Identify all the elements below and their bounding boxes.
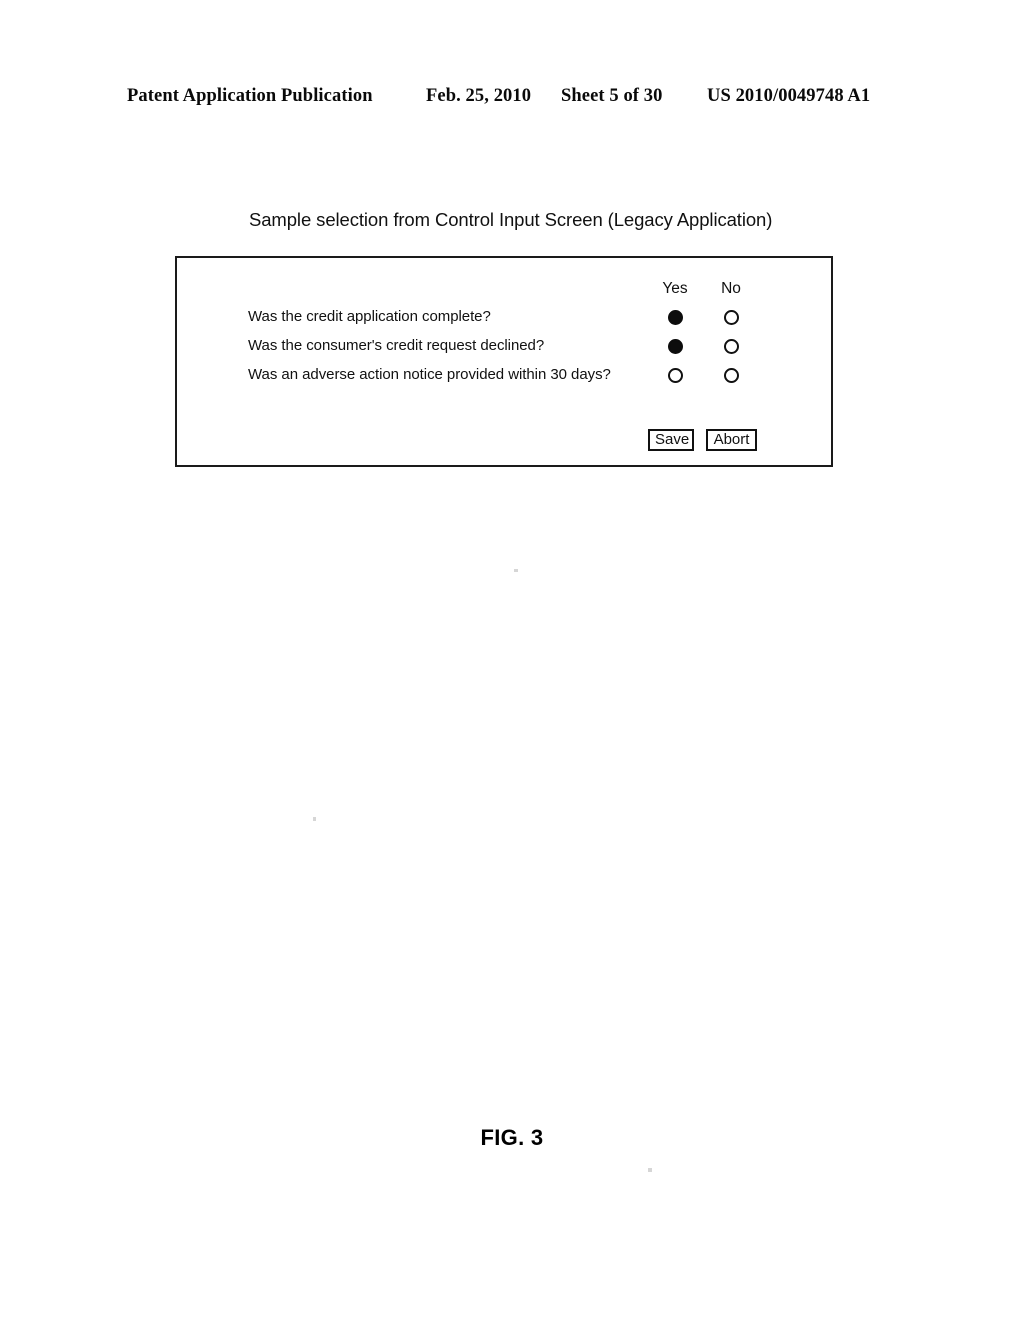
question-label: Was the credit application complete? (248, 308, 491, 325)
publication-title: Patent Application Publication (127, 86, 373, 106)
question-label: Was the consumer's credit request declin… (248, 337, 545, 354)
radio-no[interactable] (724, 368, 739, 383)
publication-date: Feb. 25, 2010 (426, 86, 532, 106)
scan-speck (648, 1168, 652, 1172)
radio-yes[interactable] (668, 368, 683, 383)
abort-button[interactable]: Abort (706, 429, 757, 451)
publication-number: US 2010/0049748 A1 (707, 86, 871, 106)
question-row: Was the consumer's credit request declin… (177, 335, 831, 364)
radio-yes[interactable] (668, 310, 683, 325)
question-row: Was the credit application complete? (177, 306, 831, 335)
scan-speck (514, 569, 518, 572)
answer-column-headers: Yes No (177, 280, 831, 300)
control-input-screen-panel: Yes No Was the credit application comple… (175, 256, 833, 467)
figure-caption: FIG. 3 (480, 1125, 544, 1150)
figure-title: Sample selection from Control Input Scre… (249, 209, 773, 230)
question-list: Was the credit application complete? Was… (177, 306, 831, 393)
scan-speck (313, 817, 316, 821)
question-label: Was an adverse action notice provided wi… (248, 366, 611, 383)
save-button[interactable]: Save (648, 429, 694, 451)
sheet-number: Sheet 5 of 30 (561, 86, 663, 106)
column-header-yes: Yes (662, 280, 688, 297)
column-header-no: No (721, 280, 741, 297)
radio-no[interactable] (724, 310, 739, 325)
radio-no[interactable] (724, 339, 739, 354)
screen-button-bar: Save Abort (177, 429, 831, 453)
radio-yes[interactable] (668, 339, 683, 354)
patent-page-header: Patent Application Publication Feb. 25, … (0, 86, 1024, 112)
question-row: Was an adverse action notice provided wi… (177, 364, 831, 393)
